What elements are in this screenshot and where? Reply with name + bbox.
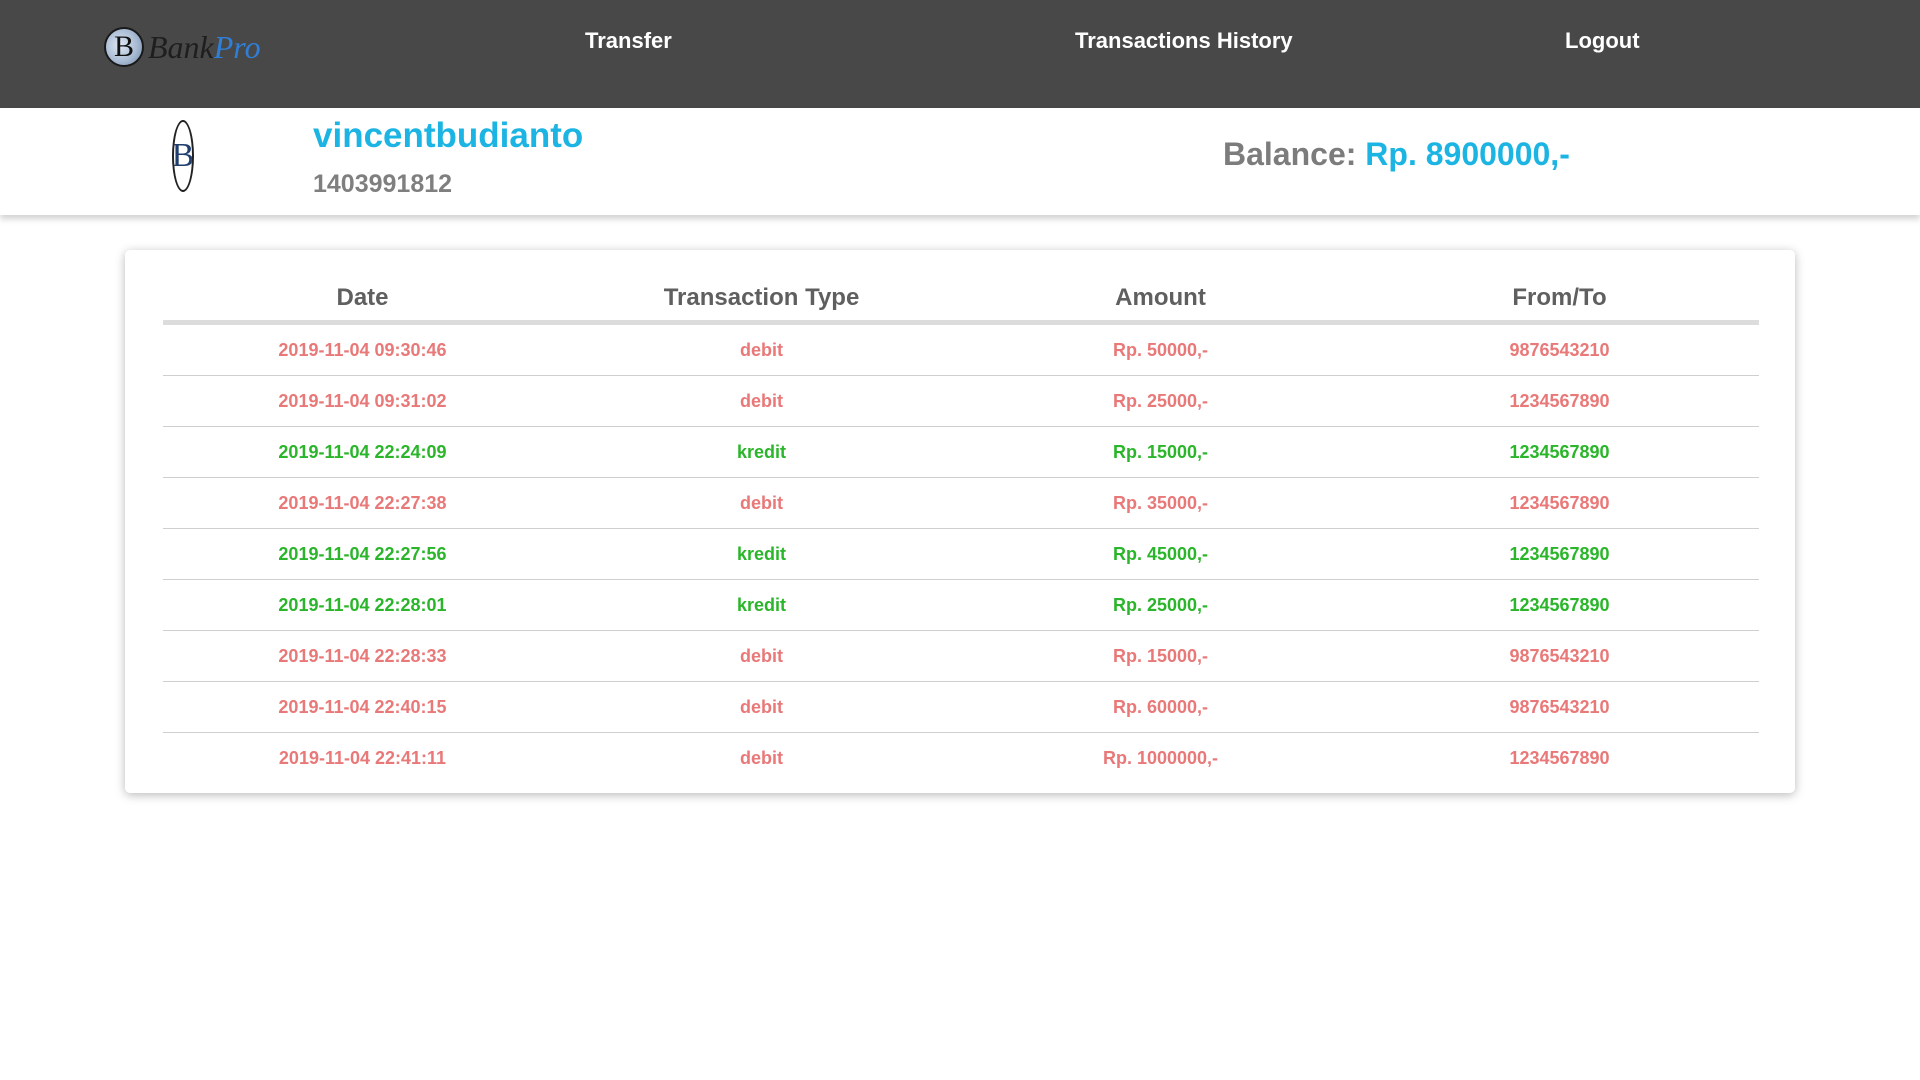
table-header-row: Date Transaction Type Amount From/To: [163, 276, 1759, 325]
transactions-table: Date Transaction Type Amount From/To 201…: [163, 276, 1759, 783]
table-row: 2019-11-04 22:40:15 debit Rp. 60000,- 98…: [163, 681, 1759, 733]
cell-amount: Rp. 15000,-: [961, 630, 1360, 682]
cell-date: 2019-11-04 22:40:15: [163, 681, 562, 733]
cell-account: 1234567890: [1360, 477, 1759, 529]
table-row: 2019-11-04 22:24:09 kredit Rp. 15000,- 1…: [163, 426, 1759, 478]
cell-date: 2019-11-04 09:31:02: [163, 375, 562, 427]
cell-type: debit: [562, 681, 961, 733]
cell-type: debit: [562, 630, 961, 682]
cell-date: 2019-11-04 22:24:09: [163, 426, 562, 478]
cell-account: 1234567890: [1360, 528, 1759, 580]
top-navbar: B BankPro Transfer Transactions History …: [0, 0, 1920, 108]
cell-type: kredit: [562, 426, 961, 478]
nav-logout-link[interactable]: Logout: [1565, 28, 1640, 54]
cell-amount: Rp. 15000,-: [961, 426, 1360, 478]
username: vincentbudianto: [313, 116, 584, 155]
avatar: B: [172, 120, 194, 192]
balance-label: Balance:: [1223, 136, 1357, 172]
nav-transactions-history-link[interactable]: Transactions History: [1075, 28, 1293, 54]
cell-date: 2019-11-04 22:28:33: [163, 630, 562, 682]
cell-date: 2019-11-04 09:30:46: [163, 322, 562, 376]
cell-amount: Rp. 25000,-: [961, 375, 1360, 427]
table-row: 2019-11-04 09:31:02 debit Rp. 25000,- 12…: [163, 375, 1759, 427]
cell-date: 2019-11-04 22:27:56: [163, 528, 562, 580]
transactions-card: Date Transaction Type Amount From/To 201…: [125, 250, 1795, 793]
table-row: 2019-11-04 22:27:38 debit Rp. 35000,- 12…: [163, 477, 1759, 529]
cell-date: 2019-11-04 22:27:38: [163, 477, 562, 529]
table-row: 2019-11-04 22:41:11 debit Rp. 1000000,- …: [163, 733, 1759, 784]
logo-emblem-icon: B: [104, 27, 144, 67]
nav-transfer-link[interactable]: Transfer: [585, 28, 672, 54]
cell-account: 1234567890: [1360, 579, 1759, 631]
cell-type: debit: [562, 477, 961, 529]
column-header-transaction-type: Transaction Type: [562, 276, 961, 325]
cell-amount: Rp. 1000000,-: [1102, 747, 1219, 768]
table-body: 2019-11-04 09:30:46 debit Rp. 50000,- 98…: [163, 322, 1759, 784]
cell-account: 9876543210: [1360, 322, 1759, 376]
cell-amount: Rp. 50000,-: [961, 322, 1360, 376]
table-row: 2019-11-04 22:27:56 kredit Rp. 45000,- 1…: [163, 528, 1759, 580]
balance-display: Balance: Rp. 8900000,-: [1223, 136, 1570, 173]
column-header-from-to: From/To: [1360, 276, 1759, 325]
bankpro-logo[interactable]: B BankPro: [104, 22, 261, 72]
table-row: 2019-11-04 22:28:01 kredit Rp. 25000,- 1…: [163, 579, 1759, 631]
cell-amount: Rp. 35000,-: [961, 477, 1360, 529]
cell-account: 9876543210: [1360, 630, 1759, 682]
cell-amount: Rp. 25000,-: [961, 579, 1360, 631]
logo-word-bank: Bank: [148, 28, 214, 65]
cell-type: debit: [562, 375, 961, 427]
logo-word-pro: Pro: [213, 28, 261, 65]
cell-account: 1234567890: [1360, 375, 1759, 427]
cell-type: kredit: [562, 579, 961, 631]
cell-type: kredit: [562, 528, 961, 580]
balance-value: Rp. 8900000,-: [1365, 136, 1570, 172]
account-number: 1403991812: [313, 170, 453, 198]
cell-date: 2019-11-04 22:28:01: [163, 579, 562, 631]
cell-account: 1234567890: [1360, 426, 1759, 478]
cell-amount: Rp. 60000,-: [961, 681, 1360, 733]
cell-type: debit: [740, 747, 783, 768]
cell-type: debit: [562, 322, 961, 376]
cell-account: 1234567890: [1509, 747, 1610, 768]
column-header-amount: Amount: [961, 276, 1360, 325]
table-row: 2019-11-04 09:30:46 debit Rp. 50000,- 98…: [163, 322, 1759, 376]
cell-account: 9876543210: [1360, 681, 1759, 733]
cell-amount: Rp. 45000,-: [961, 528, 1360, 580]
table-row: 2019-11-04 22:28:33 debit Rp. 15000,- 98…: [163, 630, 1759, 682]
column-header-date: Date: [163, 276, 562, 325]
profile-bar: B vincentbudianto 1403991812 Balance: Rp…: [0, 108, 1920, 215]
cell-date: 2019-11-04 22:41:11: [278, 747, 447, 768]
logo-wordmark: BankPro: [148, 29, 261, 66]
